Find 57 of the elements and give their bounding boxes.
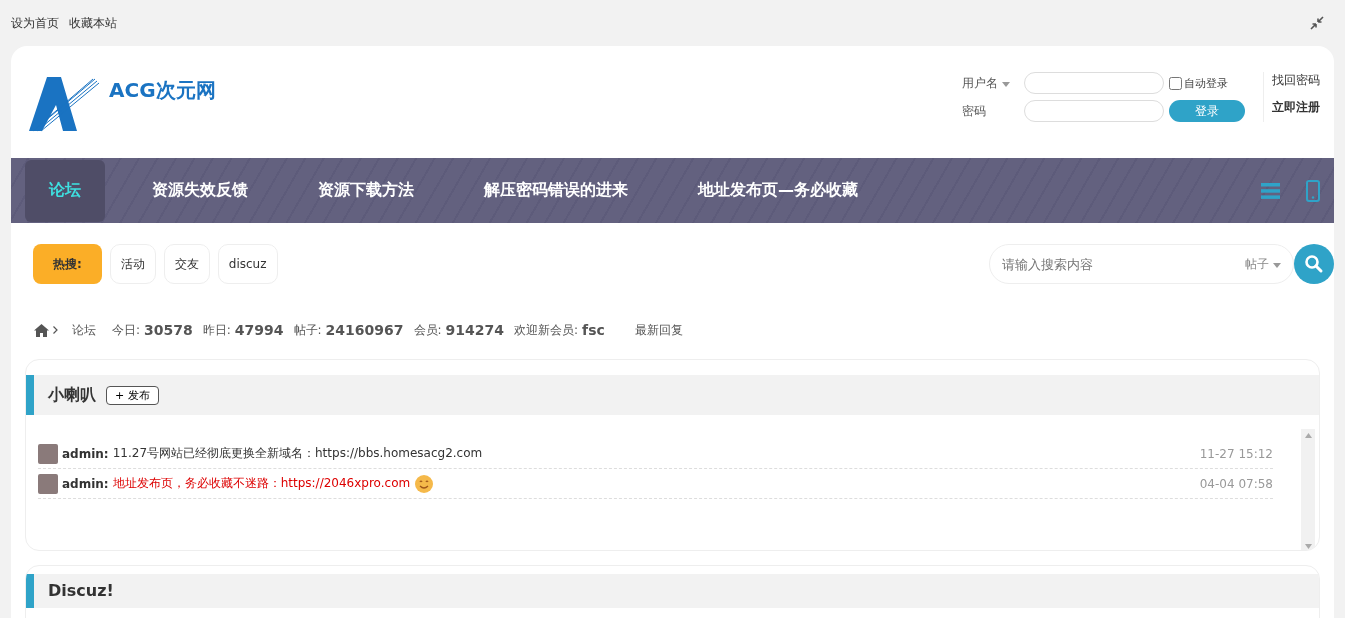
- stat-value: fsc: [582, 322, 605, 338]
- top-link[interactable]: 收藏本站: [69, 14, 117, 32]
- avatar-placeholder: [38, 443, 58, 464]
- menu-icon[interactable]: [1261, 182, 1280, 199]
- search-icon[interactable]: [1304, 254, 1324, 274]
- mobile-phone-icon[interactable]: [1306, 179, 1320, 202]
- home-icon[interactable]: [34, 323, 49, 337]
- stat-label: 今日:: [112, 321, 141, 339]
- author-name[interactable]: admin:: [62, 476, 109, 491]
- dropdown-caret-icon[interactable]: [1273, 262, 1281, 268]
- stat-value: 47994: [234, 322, 284, 338]
- nav-tab[interactable]: 解压密码错误的进来: [449, 158, 663, 223]
- stat-value: 24160967: [325, 322, 404, 338]
- register-link[interactable]: 立即注册: [1272, 99, 1320, 116]
- stat-value: 30578: [144, 322, 193, 338]
- logo-text: ACG次元网: [109, 77, 216, 104]
- username-label[interactable]: 用户名: [962, 74, 1024, 92]
- nav-tab[interactable]: 论坛: [25, 159, 105, 222]
- latest-replies-link[interactable]: 最新回复: [634, 321, 683, 339]
- top-link[interactable]: 设为首页: [11, 14, 59, 32]
- hot-search-tag[interactable]: discuz: [217, 244, 278, 284]
- scroll-down-icon[interactable]: [1304, 544, 1312, 549]
- post-time: 04-04 07:58: [1199, 476, 1273, 491]
- password-label: 密码: [962, 102, 987, 120]
- scroll-up-icon[interactable]: [1304, 433, 1312, 438]
- announcement-link[interactable]: 11.27号网站已经彻底更换全新域名：https://bbs.homesacg2.com: [112, 445, 483, 462]
- breadcrumb-link[interactable]: 论坛: [72, 321, 96, 339]
- hot-search-label: 热搜:: [33, 244, 102, 284]
- forgot-password-link[interactable]: 找回密码: [1272, 72, 1320, 89]
- nav-tab[interactable]: 资源失效反馈: [117, 158, 283, 223]
- username-field[interactable]: [1024, 72, 1164, 94]
- nav-tab[interactable]: 资源下载方法: [283, 158, 449, 223]
- hot-search-tag[interactable]: 活动: [109, 244, 156, 284]
- hot-search-tag[interactable]: 交友: [163, 244, 210, 284]
- logo-icon[interactable]: [29, 75, 99, 133]
- nav-tab[interactable]: 地址发布页—务必收藏: [663, 158, 893, 223]
- section-title: Discuz!: [48, 583, 114, 599]
- auto-login-checkbox[interactable]: [1169, 76, 1182, 90]
- announcement-link[interactable]: 地址发布页，务必收藏不迷路：https://2046xpro.com: [112, 475, 411, 492]
- post-button[interactable]: + 发布: [106, 385, 159, 405]
- auto-login-label[interactable]: 自动登录: [1184, 75, 1228, 91]
- stat-label: 会员:: [413, 321, 442, 339]
- stat-label: 昨日:: [202, 321, 231, 339]
- stat-label: 帖子:: [293, 321, 322, 339]
- password-field[interactable]: [1024, 100, 1164, 122]
- author-name[interactable]: admin:: [62, 446, 109, 461]
- search-scope-dropdown[interactable]: 帖子: [1245, 255, 1281, 273]
- collapse-icon[interactable]: [1310, 16, 1324, 30]
- stat-label: 欢迎新会员:: [514, 321, 579, 339]
- scrollbar[interactable]: [1301, 429, 1315, 550]
- search-button[interactable]: [1294, 244, 1334, 284]
- chevron-icon: [53, 326, 58, 334]
- post-time: 11-27 15:12: [1199, 446, 1273, 461]
- stat-value: 914274: [445, 322, 504, 338]
- card-title: 小喇叭: [48, 384, 96, 406]
- dropdown-caret-icon[interactable]: [1001, 81, 1010, 87]
- avatar-placeholder: [38, 473, 58, 494]
